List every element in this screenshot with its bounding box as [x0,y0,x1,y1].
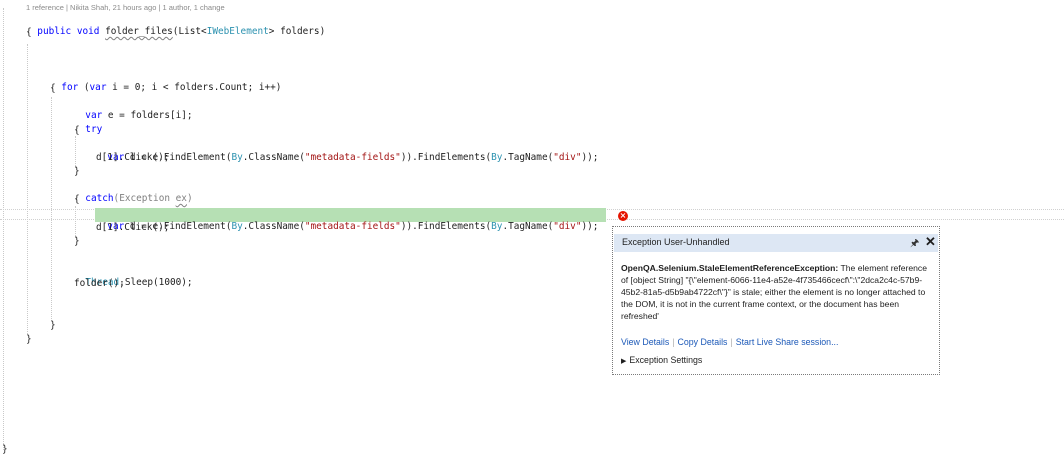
stmt-part: )); [581,221,599,232]
indent-guide [51,97,52,319]
exception-settings-label: Exception Settings [629,355,703,365]
string-literal: "div" [553,152,582,163]
code-line-find-element[interactable]: var d = e.FindElement(By.ClassName("meta… [96,138,598,163]
catch-close: ) [186,193,193,204]
codelens-info[interactable]: 1 reference | Nikita Shah, 21 hours ago … [26,3,225,12]
stmt-part: )); [581,152,599,163]
exception-type: Exception [119,193,170,204]
separator: | [672,337,675,347]
for-rest: i = 0; i < folders.Count; i++) [106,82,282,93]
exception-message: OpenQA.Selenium.StaleElementReferenceExc… [621,262,933,322]
separator: | [730,337,733,347]
stmt-part: .ClassName( [242,221,305,232]
code-line-brace[interactable]: { [74,124,80,137]
error-icon[interactable]: × [618,211,628,221]
code-line-for[interactable]: for (var i = 0; i < folders.Count; i++) [50,68,281,93]
stmt-part: .TagName( [502,221,554,232]
code-line-brace[interactable]: { [26,26,32,39]
indent-guide [75,136,76,168]
pin-icon[interactable]: 🖈 [910,236,919,253]
iwebelement-type: IWebElement [206,26,269,37]
by-type: By [491,152,503,163]
view-details-link[interactable]: View Details [621,337,669,347]
keyword-public: public [37,26,72,37]
exception-variable: ex [175,193,187,204]
code-line-brace[interactable]: } [2,443,8,456]
exception-settings-toggle[interactable]: ▶ Exception Settings [621,355,702,365]
exception-popup[interactable]: Exception User-Unhandled 🖈 ✕ OpenQA.Sele… [612,226,940,375]
exception-type: OpenQA.Selenium.StaleElementReferenceExc… [621,263,839,273]
code-line-var-e[interactable]: var e = folders[i]; [74,96,192,121]
by-type: By [231,152,243,163]
keyword-try: try [85,124,103,135]
keyword-void: void [76,26,100,37]
stmt-part: .ClassName( [242,152,305,163]
code-line-brace[interactable]: } [26,333,32,346]
exception-popup-title: Exception User-Unhandled [622,237,730,247]
code-line-brace[interactable]: { [50,82,56,95]
code-line-method-signature[interactable]: public void folder_files(List<IWebElemen… [26,12,325,37]
indent-guide [3,8,4,450]
by-type: By [491,221,503,232]
keyword-catch: catch [85,193,114,204]
copy-details-link[interactable]: Copy Details [678,337,728,347]
code-line-thread-sleep[interactable]: Thread.Sleep(1000); [74,263,192,288]
live-share-link[interactable]: Start Live Share session... [736,337,839,347]
code-line-folder-call[interactable]: folder(); [74,277,125,290]
var-e-rest: e = folders[i]; [102,110,193,121]
for-paren: ( [78,82,90,93]
code-line-brace[interactable]: { [74,193,80,206]
close-icon[interactable]: ✕ [925,234,936,250]
exception-popup-header: Exception User-Unhandled 🖈 ✕ [614,234,938,252]
code-line-catch[interactable]: catch(Exception ex) [74,179,192,204]
string-literal: "metadata-fields" [304,221,401,232]
method-name: folder_files [105,26,173,37]
code-line-click[interactable]: d[1].Click(); [96,221,169,234]
stmt-part: )).FindElements( [400,221,492,232]
string-literal: "div" [553,221,582,232]
exception-links: View Details | Copy Details | Start Live Sha… [621,337,838,347]
expand-triangle-icon: ▶ [621,358,627,365]
code-line-try[interactable]: try [74,110,102,135]
keyword-for: for [61,82,79,93]
stmt-part: )).FindElements( [400,152,492,163]
by-type: By [231,221,243,232]
list-type: List [178,26,202,37]
code-line-brace[interactable]: } [74,235,80,248]
params-rest: > folders) [268,26,326,37]
code-line-find-element-current[interactable]: var d = e.FindElement(By.ClassName("meta… [96,207,598,232]
indent-guide [27,44,28,334]
code-line-brace[interactable]: } [74,165,80,178]
string-literal: "metadata-fields" [304,152,401,163]
code-line-brace[interactable]: } [50,319,56,332]
keyword-var: var [89,82,107,93]
stmt-part: .TagName( [502,152,554,163]
thread-rest: .Sleep(1000); [119,277,193,288]
code-line-click[interactable]: d[1].Click(); [96,151,169,164]
